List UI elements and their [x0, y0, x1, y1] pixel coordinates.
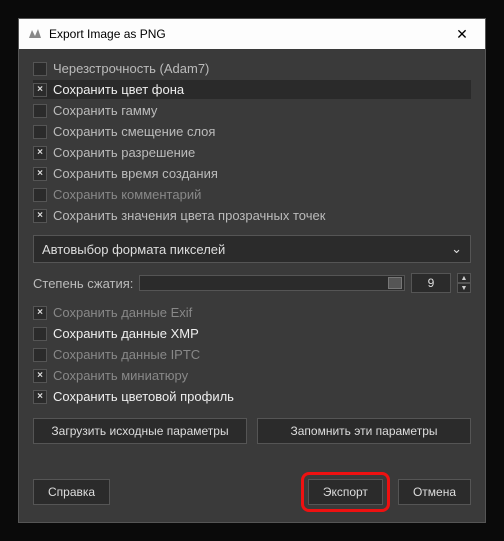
- checkbox-resolution[interactable]: [33, 146, 47, 160]
- option-offset[interactable]: Сохранить смещение слоя: [33, 122, 471, 141]
- compression-slider[interactable]: [139, 275, 405, 291]
- label-exif: Сохранить данные Exif: [53, 305, 192, 320]
- export-highlight: Экспорт: [301, 472, 390, 512]
- checkbox-bgcolor[interactable]: [33, 83, 47, 97]
- option-resolution[interactable]: Сохранить разрешение: [33, 143, 471, 162]
- compression-value[interactable]: [411, 273, 451, 293]
- label-thumb: Сохранить миниатюру: [53, 368, 188, 383]
- meta-profile[interactable]: Сохранить цветовой профиль: [33, 387, 471, 406]
- close-button[interactable]: ✕: [447, 26, 477, 43]
- label-comment: Сохранить комментарий: [53, 187, 201, 202]
- checkbox-gamma[interactable]: [33, 104, 47, 118]
- chevron-down-icon: ⌄: [451, 241, 462, 257]
- option-transp[interactable]: Сохранить значения цвета прозрачных точе…: [33, 206, 471, 225]
- metadata-group: Сохранить данные Exif Сохранить данные X…: [33, 303, 471, 406]
- checkbox-transp[interactable]: [33, 209, 47, 223]
- option-interlace[interactable]: Черезстрочность (Adam7): [33, 59, 471, 78]
- option-gamma[interactable]: Сохранить гамму: [33, 101, 471, 120]
- compression-spinners: ▲ ▼: [457, 273, 471, 293]
- checkbox-ctime[interactable]: [33, 167, 47, 181]
- cancel-button[interactable]: Отмена: [398, 479, 471, 505]
- app-icon: [27, 26, 43, 42]
- save-defaults-button[interactable]: Запомнить эти параметры: [257, 418, 471, 444]
- checkbox-thumb[interactable]: [33, 369, 47, 383]
- slider-thumb[interactable]: [388, 277, 402, 289]
- checkbox-interlace[interactable]: [33, 62, 47, 76]
- load-defaults-button[interactable]: Загрузить исходные параметры: [33, 418, 247, 444]
- checkbox-exif[interactable]: [33, 306, 47, 320]
- checkbox-xmp[interactable]: [33, 327, 47, 341]
- pixel-format-dropdown[interactable]: Автовыбор формата пикселей ⌄: [33, 235, 471, 263]
- label-bgcolor: Сохранить цвет фона: [53, 82, 184, 97]
- meta-xmp[interactable]: Сохранить данные XMP: [33, 324, 471, 343]
- option-bgcolor[interactable]: Сохранить цвет фона: [33, 80, 471, 99]
- compression-label: Степень сжатия:: [33, 276, 133, 291]
- compression-row: Степень сжатия: ▲ ▼: [33, 273, 471, 293]
- meta-exif[interactable]: Сохранить данные Exif: [33, 303, 471, 322]
- checkbox-comment[interactable]: [33, 188, 47, 202]
- label-iptc: Сохранить данные IPTC: [53, 347, 200, 362]
- export-png-dialog: Export Image as PNG ✕ Черезстрочность (A…: [18, 18, 486, 523]
- defaults-row: Загрузить исходные параметры Запомнить э…: [33, 418, 471, 444]
- checkbox-iptc[interactable]: [33, 348, 47, 362]
- label-ctime: Сохранить время создания: [53, 166, 218, 181]
- checkbox-offset[interactable]: [33, 125, 47, 139]
- meta-thumb[interactable]: Сохранить миниатюру: [33, 366, 471, 385]
- label-offset: Сохранить смещение слоя: [53, 124, 215, 139]
- help-button[interactable]: Справка: [33, 479, 110, 505]
- window-title: Export Image as PNG: [49, 27, 166, 41]
- dialog-content: Черезстрочность (Adam7) Сохранить цвет ф…: [19, 49, 485, 522]
- meta-iptc[interactable]: Сохранить данные IPTC: [33, 345, 471, 364]
- export-button[interactable]: Экспорт: [308, 479, 383, 505]
- option-comment[interactable]: Сохранить комментарий: [33, 185, 471, 204]
- label-xmp: Сохранить данные XMP: [53, 326, 199, 341]
- checkbox-profile[interactable]: [33, 390, 47, 404]
- label-interlace: Черезстрочность (Adam7): [53, 61, 209, 76]
- titlebar: Export Image as PNG ✕: [19, 19, 485, 49]
- label-transp: Сохранить значения цвета прозрачных точе…: [53, 208, 325, 223]
- pixel-format-selected: Автовыбор формата пикселей: [42, 242, 225, 257]
- action-row: Справка Экспорт Отмена: [33, 458, 471, 512]
- option-ctime[interactable]: Сохранить время создания: [33, 164, 471, 183]
- label-resolution: Сохранить разрешение: [53, 145, 195, 160]
- spin-up[interactable]: ▲: [457, 273, 471, 283]
- label-profile: Сохранить цветовой профиль: [53, 389, 234, 404]
- spin-down[interactable]: ▼: [457, 283, 471, 293]
- label-gamma: Сохранить гамму: [53, 103, 157, 118]
